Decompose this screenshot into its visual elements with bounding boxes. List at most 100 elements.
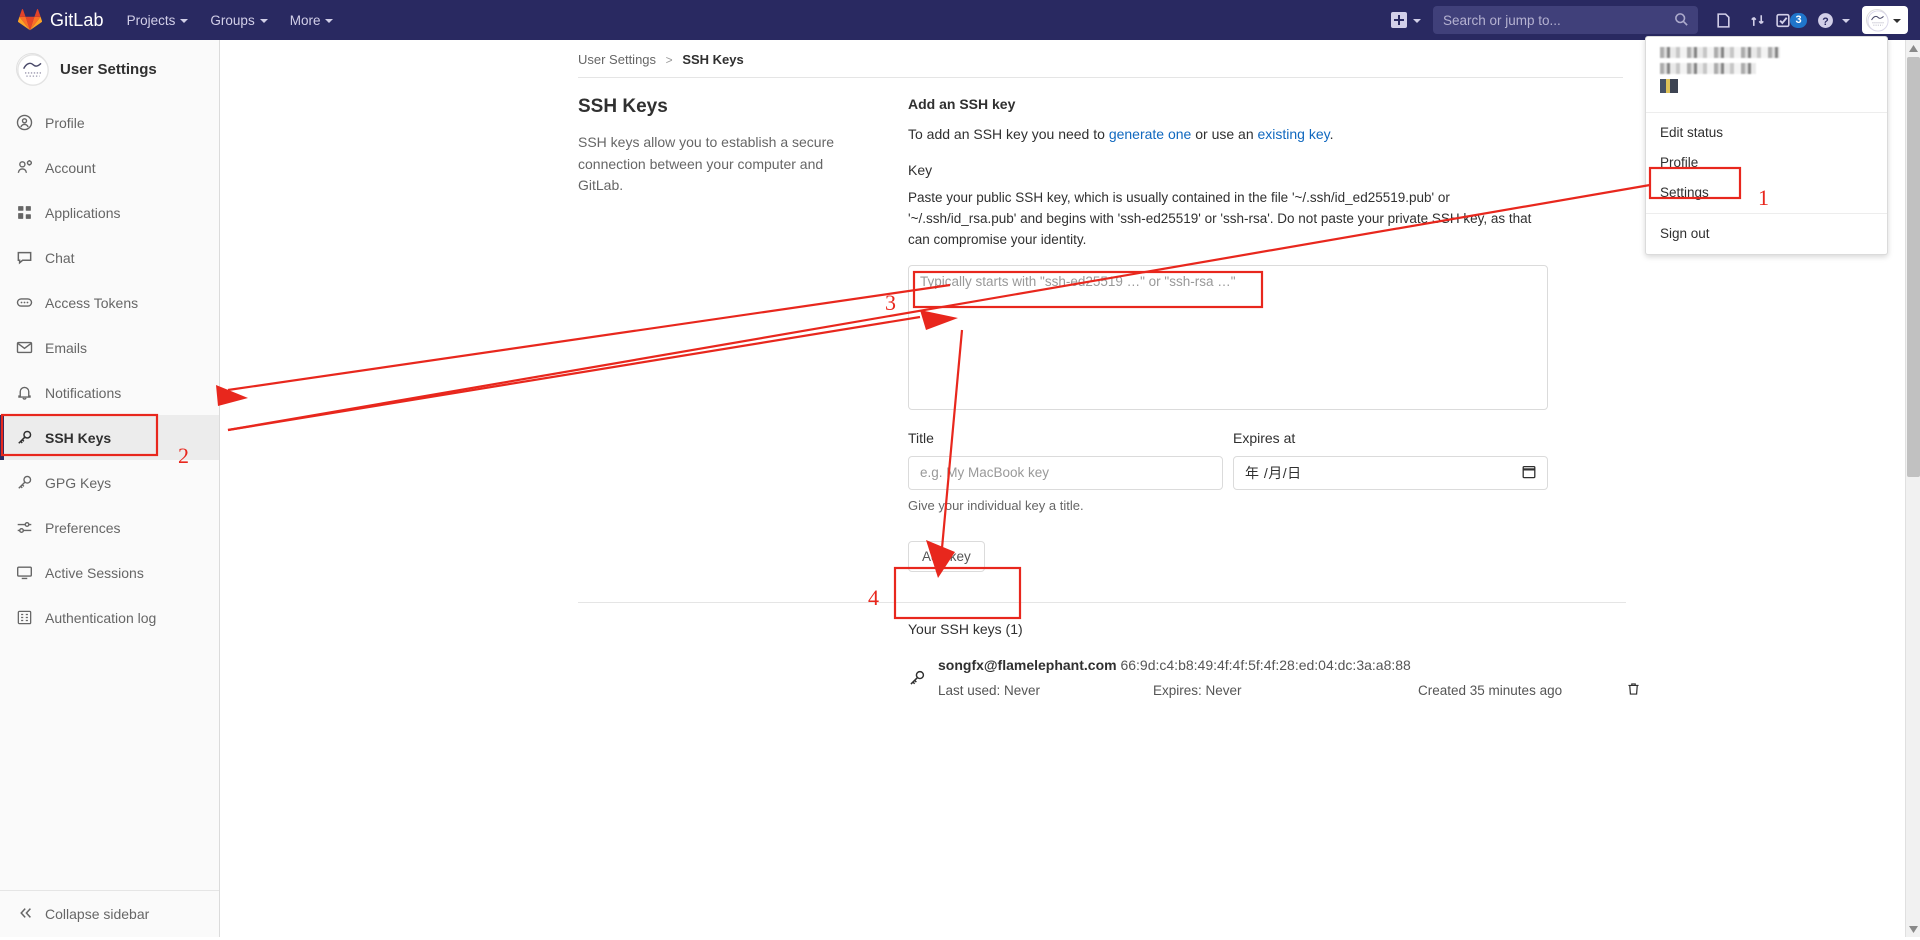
user-dropdown-menu: Edit status Profile Settings Sign out [1645, 36, 1888, 255]
breadcrumb-separator-icon: > [666, 53, 673, 67]
sidebar-label: Preferences [45, 520, 120, 536]
menu-item-sign-out[interactable]: Sign out [1646, 219, 1887, 249]
key-icon [16, 429, 33, 446]
issues-icon[interactable] [1706, 0, 1740, 40]
sidebar-item-chat[interactable]: Chat [0, 235, 219, 280]
collapse-sidebar-button[interactable]: Collapse sidebar [0, 890, 219, 937]
generate-one-link[interactable]: generate one [1109, 126, 1192, 142]
menu-item-settings[interactable]: Settings [1646, 178, 1887, 208]
bell-icon [16, 384, 33, 401]
sidebar-item-preferences[interactable]: Preferences [0, 505, 219, 550]
search-input[interactable]: Search or jump to... [1433, 6, 1698, 34]
sidebar-item-profile[interactable]: Profile [0, 100, 219, 145]
sidebar-item-access-tokens[interactable]: Access Tokens [0, 280, 219, 325]
sidebar-label: GPG Keys [45, 475, 111, 491]
ssh-key-identity: songfx@flamelephant.com 66:9d:c4:b8:49:4… [938, 657, 1641, 673]
sidebar-item-ssh-keys[interactable]: SSH Keys [0, 415, 219, 460]
nav-groups[interactable]: Groups [199, 0, 278, 40]
scroll-down-arrow-icon[interactable] [1906, 921, 1920, 937]
sidebar-label: Account [45, 160, 96, 176]
add-key-form-column: Add an SSH key To add an SSH key you nee… [898, 96, 1626, 572]
create-new-button[interactable] [1383, 0, 1429, 40]
ssh-key-meta: Last used: Never Expires: Never Created … [938, 681, 1641, 700]
your-ssh-keys-section: Your SSH keys (1) songfx@flamelephant.co… [578, 603, 1626, 700]
calendar-icon[interactable] [1522, 464, 1536, 482]
expires-field-group: Expires at 年 /月/日 [1233, 430, 1548, 513]
left-sidebar: User Settings Profile Account [0, 40, 220, 937]
sidebar-label: Applications [45, 205, 121, 221]
scroll-up-arrow-icon[interactable] [1906, 40, 1920, 56]
gitlab-wordmark: GitLab [50, 10, 104, 31]
expires-at-input[interactable]: 年 /月/日 [1233, 456, 1548, 490]
ssh-key-last-used: Last used: Never [938, 683, 1153, 698]
menu-item-edit-status[interactable]: Edit status [1646, 118, 1887, 148]
dropdown-group-account: Edit status Profile Settings [1646, 113, 1887, 214]
title-field-hint: Give your individual key a title. [908, 498, 1223, 513]
sidebar-item-emails[interactable]: Emails [0, 325, 219, 370]
user-menu-button[interactable] [1862, 6, 1908, 34]
user-circle-icon [16, 114, 33, 131]
search-icon [1674, 12, 1689, 30]
token-icon [16, 294, 33, 311]
nav-projects[interactable]: Projects [116, 0, 200, 40]
title-field-label: Title [908, 430, 1223, 446]
nav-more[interactable]: More [279, 0, 345, 40]
svg-text:?: ? [1822, 15, 1828, 27]
gitlab-home-link[interactable]: GitLab [0, 0, 116, 40]
key-icon [16, 474, 33, 491]
sidebar-title: User Settings [60, 61, 157, 78]
sidebar-item-authentication-log[interactable]: Authentication log [0, 595, 219, 640]
sidebar-nav: Profile Account Applications [0, 98, 219, 640]
add-key-subtext-pre: To add an SSH key you need to [908, 126, 1109, 142]
key-field-description: Paste your public SSH key, which is usua… [908, 188, 1548, 251]
chevron-down-icon [1413, 19, 1421, 23]
sidebar-item-applications[interactable]: Applications [0, 190, 219, 235]
add-key-button[interactable]: Add key [908, 541, 985, 572]
sidebar-header: User Settings [0, 40, 219, 98]
double-chevron-left-icon [18, 905, 34, 924]
ssh-key-list-item: songfx@flamelephant.com 66:9d:c4:b8:49:4… [908, 657, 1626, 700]
help-button[interactable]: ? [1808, 0, 1854, 40]
page-description: SSH keys allow you to establish a secure… [578, 132, 843, 197]
sidebar-item-gpg-keys[interactable]: GPG Keys [0, 460, 219, 505]
ssh-key-details: songfx@flamelephant.com 66:9d:c4:b8:49:4… [938, 657, 1641, 700]
menu-item-profile[interactable]: Profile [1646, 148, 1887, 178]
sidebar-item-account[interactable]: Account [0, 145, 219, 190]
sidebar-label: Access Tokens [45, 295, 138, 311]
ssh-key-textarea[interactable] [908, 265, 1548, 410]
title-field-group: Title Give your individual key a title. [908, 430, 1223, 513]
sidebar-item-notifications[interactable]: Notifications [0, 370, 219, 415]
delete-key-button[interactable] [1626, 681, 1641, 700]
page-title: SSH Keys [578, 96, 858, 118]
help-icon: ? [1808, 0, 1842, 40]
your-ssh-keys-heading: Your SSH keys (1) [908, 621, 1626, 637]
key-field-label: Key [908, 162, 1626, 178]
scrollbar-thumb[interactable] [1907, 57, 1920, 477]
sidebar-label: SSH Keys [45, 430, 111, 446]
chevron-down-icon [260, 19, 268, 23]
todos-icon[interactable]: 3 [1774, 0, 1808, 40]
ssh-key-title: songfx@flamelephant.com [938, 657, 1117, 673]
nav-more-label: More [290, 13, 321, 28]
title-expires-row: Title Give your individual key a title. … [908, 430, 1548, 513]
monitor-icon [16, 564, 33, 581]
nav-projects-label: Projects [127, 13, 176, 28]
sidebar-item-active-sessions[interactable]: Active Sessions [0, 550, 219, 595]
dropdown-group-session: Sign out [1646, 214, 1887, 254]
page-scrollbar[interactable] [1905, 40, 1920, 937]
chevron-down-icon [1842, 19, 1850, 23]
merge-requests-icon[interactable] [1740, 0, 1774, 40]
sidebar-label: Chat [45, 250, 75, 266]
breadcrumb-root[interactable]: User Settings [578, 52, 656, 67]
ssh-key-expires: Expires: Never [1153, 683, 1418, 698]
log-list-icon [16, 609, 33, 626]
existing-key-link[interactable]: existing key [1258, 126, 1330, 142]
search-placeholder: Search or jump to... [1443, 13, 1561, 28]
settings-description-column: SSH Keys SSH keys allow you to establish… [578, 96, 898, 572]
envelope-icon [16, 339, 33, 356]
ssh-keys-settings-block: SSH Keys SSH keys allow you to establish… [578, 78, 1626, 572]
sidebar-label: Emails [45, 340, 87, 356]
plus-square-icon [1391, 12, 1407, 28]
breadcrumb-current: SSH Keys [682, 52, 743, 67]
key-title-input[interactable] [908, 456, 1223, 490]
